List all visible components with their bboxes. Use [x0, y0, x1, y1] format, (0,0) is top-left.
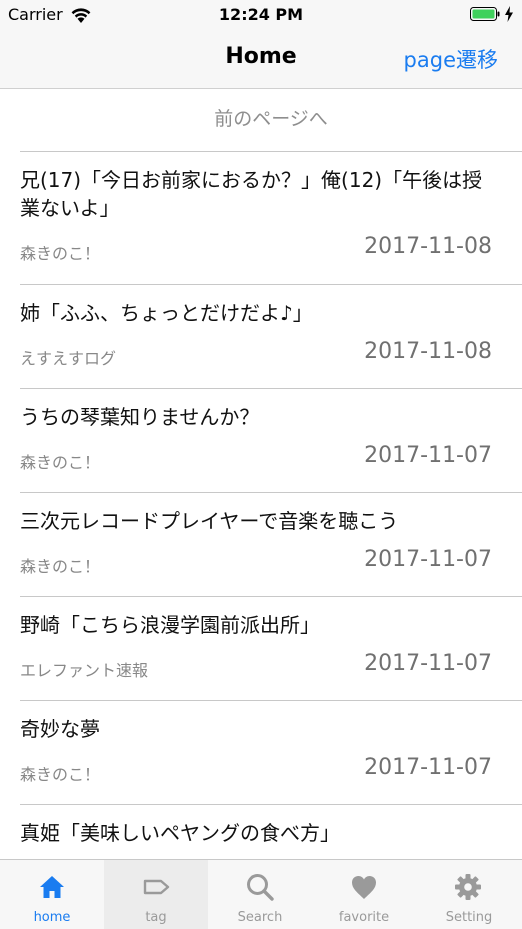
tab-tag[interactable]: tag [104, 860, 208, 929]
list-item[interactable]: うちの琴葉知りませんか？ 森きのこ！ 2017-11-07 [20, 389, 522, 493]
article-title: 真姫「美味しいペヤングの食べ方」 [20, 821, 340, 845]
article-source: 森きのこ！ [20, 765, 101, 784]
article-source: えすえすログ [20, 349, 117, 368]
battery-icon [470, 7, 500, 21]
article-date: 2017-11-07 [364, 443, 492, 468]
list-item[interactable]: 真姫「美味しいペヤングの食べ方」 [20, 805, 522, 859]
tab-favorite[interactable]: favorite [312, 860, 416, 929]
tab-label: home [33, 910, 71, 925]
tab-setting[interactable]: Setting [416, 860, 522, 929]
tab-label: Setting [445, 910, 493, 925]
list-item[interactable]: 三次元レコードプレイヤーで音楽を聴こう 森きのこ！ 2017-11-07 [20, 493, 522, 597]
tab-bar: home tag Search favorite Setting [0, 859, 522, 929]
article-date: 2017-11-07 [364, 755, 492, 780]
article-source: 森きのこ！ [20, 453, 101, 472]
status-bar: Carrier 12:24 PM [0, 0, 522, 30]
article-source: 森きのこ！ [20, 557, 101, 576]
list-item[interactable]: 姉「ふふ、ちょっとだけだよ♪」 えすえすログ 2017-11-08 [20, 285, 522, 389]
list-item[interactable]: 兄(17)「今日お前家におるか？」俺(12)「午後は授業ないよ」 森きのこ！ 2… [20, 152, 522, 285]
article-title: 三次元レコードプレイヤーで音楽を聴こう [20, 509, 399, 533]
navigation-bar: Home page遷移 [0, 30, 522, 89]
page-transition-button[interactable]: page遷移 [404, 44, 498, 74]
article-title: 野崎「こちら浪漫学園前派出所」 [20, 613, 320, 637]
charging-icon [505, 6, 513, 22]
article-title: 奇妙な夢 [20, 717, 100, 741]
tab-search[interactable]: Search [208, 860, 312, 929]
heart-icon [352, 876, 376, 899]
tab-label: Search [237, 910, 283, 925]
article-date: 2017-11-08 [364, 339, 492, 364]
article-title: 姉「ふふ、ちょっとだけだよ♪」 [20, 301, 313, 325]
article-date: 2017-11-07 [364, 651, 492, 676]
article-title: 兄(17)「今日お前家におるか？」俺(12)「午後は授業ないよ」 [20, 168, 483, 220]
list-item[interactable]: 奇妙な夢 森きのこ！ 2017-11-07 [20, 701, 522, 805]
tag-icon [143, 879, 170, 895]
article-date: 2017-11-07 [364, 547, 492, 572]
article-list[interactable]: 前のページへ 兄(17)「今日お前家におるか？」俺(12)「午後は授業ないよ」 … [0, 89, 522, 859]
article-title: うちの琴葉知りませんか？ [20, 405, 260, 429]
previous-page-button[interactable]: 前のページへ [20, 89, 522, 152]
status-time: 12:24 PM [218, 5, 304, 24]
article-date: 2017-11-08 [364, 234, 492, 259]
home-icon [40, 876, 64, 898]
list-item[interactable]: 野崎「こちら浪漫学園前派出所」 エレファント速報 2017-11-07 [20, 597, 522, 701]
tab-label: favorite [338, 910, 390, 925]
tab-home[interactable]: home [0, 860, 104, 929]
article-source: エレファント速報 [20, 661, 149, 680]
article-source: 森きのこ！ [20, 244, 101, 263]
gear-icon [455, 874, 481, 900]
search-icon [247, 874, 274, 901]
tab-label: tag [145, 910, 167, 925]
